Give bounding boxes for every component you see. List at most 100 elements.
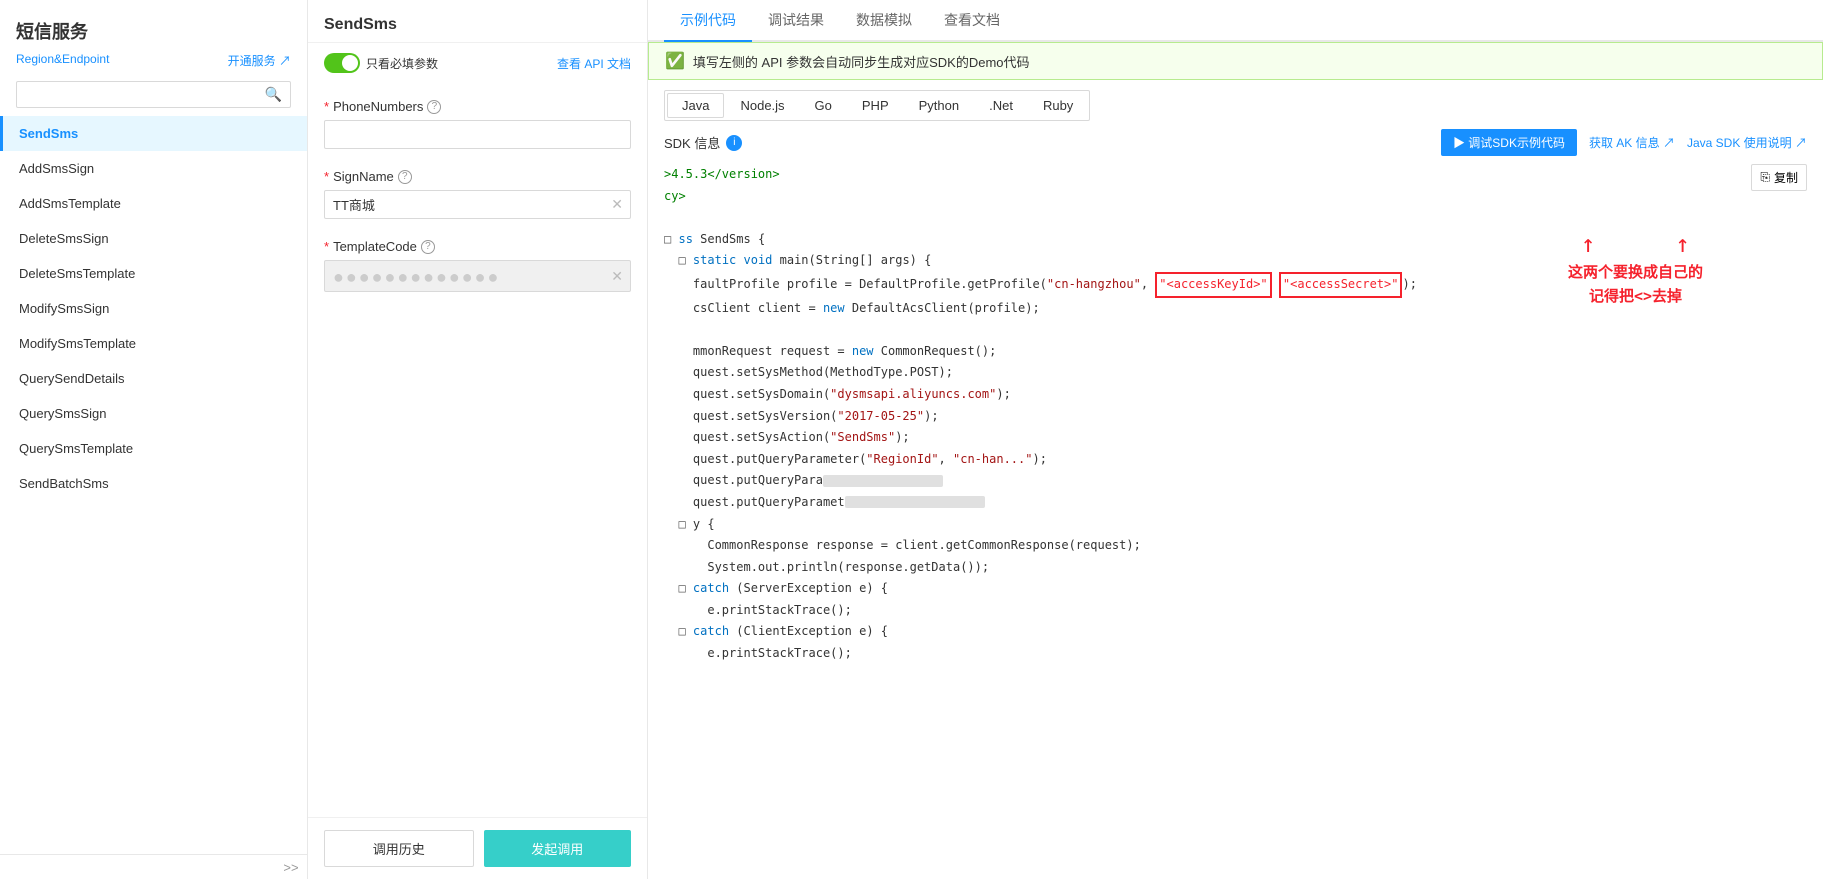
sidebar-item-addsmssign[interactable]: AddSmsSign [0, 151, 307, 186]
sidebar-item-modifysmstemplate[interactable]: ModifySmsTemplate [0, 326, 307, 361]
info-check-icon: ✅ [665, 51, 685, 71]
sidebar: 短信服务 Region&Endpoint 开通服务 ↗ 🔍 SendSms Ad… [0, 0, 308, 879]
sdk-info-left: SDK 信息 i [664, 133, 742, 152]
signname-input[interactable] [324, 190, 631, 219]
sidebar-item-sendbatchsms[interactable]: SendBatchSms [0, 466, 307, 501]
sidebar-item-querysmstemplate[interactable]: QuerySmsTemplate [0, 431, 307, 466]
code-line-19: System.out.println(response.getData()); [664, 557, 1807, 579]
call-history-button[interactable]: 调用历史 [324, 830, 474, 867]
middle-subheader: 只看必填参数 查看 API 文档 [308, 43, 647, 83]
toggle-group: 只看必填参数 [324, 53, 438, 73]
annotation-overlay: ↑ ↑ 这两个要换成自己的 记得把<>去掉 [1568, 232, 1703, 308]
code-line-1: >4.5.3</version> [664, 164, 1807, 186]
code-line-18: CommonResponse response = client.getComm… [664, 535, 1807, 557]
banner-text: 填写左侧的 API 参数会自动同步生成对应SDK的Demo代码 [693, 52, 1030, 71]
required-star-3: * [324, 239, 329, 254]
lang-tab-java[interactable]: Java [667, 93, 724, 118]
field-templatecode-name: TemplateCode [333, 239, 417, 254]
arrow-left-icon: ↑ [1581, 232, 1595, 256]
middle-panel: SendSms 只看必填参数 查看 API 文档 * PhoneNumbers … [308, 0, 648, 879]
sidebar-item-querysenddetails[interactable]: QuerySendDetails [0, 361, 307, 396]
sidebar-item-deletesmstemplate[interactable]: DeleteSmsTemplate [0, 256, 307, 291]
lang-tab-nodejs[interactable]: Node.js [726, 94, 798, 117]
sidebar-item-addsmstemplate[interactable]: AddSmsTemplate [0, 186, 307, 221]
collapse-arrow-icon[interactable]: >> [283, 859, 299, 875]
lang-tab-python[interactable]: Python [905, 94, 973, 117]
phonenumbers-input-wrapper [324, 120, 631, 149]
middle-title: SendSms [324, 16, 397, 34]
arrow-right-icon: ↑ [1675, 232, 1689, 256]
form-body: * PhoneNumbers ? * SignName ? ✕ * [308, 83, 647, 817]
middle-footer: 调用历史 发起调用 [308, 817, 647, 879]
invoke-button[interactable]: 发起调用 [484, 830, 632, 867]
view-api-link[interactable]: 查看 API 文档 [557, 55, 631, 72]
sidebar-item-modifysmssign[interactable]: ModifySmsSign [0, 291, 307, 326]
code-line-2: cy> [664, 186, 1807, 208]
get-ak-link[interactable]: 获取 AK 信息 ↗ [1589, 134, 1675, 151]
templatecode-help-icon[interactable]: ? [421, 240, 435, 254]
field-signname-name: SignName [333, 169, 394, 184]
required-params-toggle[interactable] [324, 53, 360, 73]
lang-tab-ruby[interactable]: Ruby [1029, 94, 1087, 117]
right-tabs-bar: 示例代码 调试结果 数据模拟 查看文档 [648, 0, 1823, 42]
templatecode-clear-icon[interactable]: ✕ [611, 268, 623, 285]
sidebar-item-querysmssign[interactable]: QuerySmsSign [0, 396, 307, 431]
signname-help-icon[interactable]: ? [398, 170, 412, 184]
code-line-21: e.printStackTrace(); [664, 600, 1807, 622]
sdk-info-bar: SDK 信息 i ▶ 调试SDK示例代码 获取 AK 信息 ↗ Java SDK… [648, 121, 1823, 164]
debug-sdk-button[interactable]: ▶ 调试SDK示例代码 [1441, 129, 1577, 156]
lang-tab-go[interactable]: Go [801, 94, 846, 117]
tab-data-mock[interactable]: 数据模拟 [840, 0, 928, 42]
search-input[interactable] [25, 87, 265, 102]
sdk-info-help-icon[interactable]: i [726, 135, 742, 151]
tab-example-code[interactable]: 示例代码 [664, 0, 752, 42]
code-line-22: □ catch (ClientException e) { [664, 621, 1807, 643]
code-area: ⎘ 复制 >4.5.3</version> cy> □ ss SendSms {… [648, 164, 1823, 879]
lang-tab-php[interactable]: PHP [848, 94, 903, 117]
java-sdk-link[interactable]: Java SDK 使用说明 ↗ [1687, 134, 1807, 151]
code-line-11: quest.setSysDomain("dysmsapi.aliyuncs.co… [664, 384, 1807, 406]
code-line-9: mmonRequest request = new CommonRequest(… [664, 341, 1807, 363]
code-line-15: quest.putQueryPara [664, 470, 1807, 492]
sidebar-nav: SendSms AddSmsSign AddSmsTemplate Delete… [0, 116, 307, 854]
templatecode-blurred[interactable]: ●●●●●●●●●●●●● [324, 260, 631, 292]
annotation-line1: 这两个要换成自己的 [1568, 263, 1703, 281]
annotation-text: 这两个要换成自己的 记得把<>去掉 [1568, 260, 1703, 308]
copy-label: 复制 [1774, 169, 1798, 186]
sidebar-title: 短信服务 [0, 0, 307, 52]
code-line-13: quest.setSysAction("SendSms"); [664, 427, 1807, 449]
sidebar-item-sendsms[interactable]: SendSms [0, 116, 307, 151]
lang-tab-dotnet[interactable]: .Net [975, 94, 1027, 117]
middle-header: SendSms [308, 0, 647, 43]
right-content: ✅ 填写左侧的 API 参数会自动同步生成对应SDK的Demo代码 Java N… [648, 42, 1823, 879]
lang-tabs-bar: Java Node.js Go PHP Python .Net Ruby [664, 90, 1090, 121]
field-phonenumbers-name: PhoneNumbers [333, 99, 423, 114]
sidebar-search-box: 🔍 [16, 81, 291, 108]
copy-button[interactable]: ⎘ 复制 [1751, 164, 1807, 191]
signname-clear-icon[interactable]: ✕ [611, 196, 623, 213]
tab-debug-result[interactable]: 调试结果 [752, 0, 840, 42]
field-templatecode-label: * TemplateCode ? [324, 239, 631, 254]
required-star: * [324, 99, 329, 114]
toggle-label: 只看必填参数 [366, 55, 438, 72]
tab-view-docs[interactable]: 查看文档 [928, 0, 1016, 42]
code-line-16: quest.putQueryParamet [664, 492, 1807, 514]
required-star-2: * [324, 169, 329, 184]
copy-icon: ⎘ [1760, 170, 1770, 185]
field-signname-label: * SignName ? [324, 169, 631, 184]
region-endpoint-link[interactable]: Region&Endpoint [16, 52, 109, 69]
search-icon: 🔍 [265, 86, 282, 103]
phonenumbers-input[interactable] [324, 120, 631, 149]
sidebar-item-deletesmssign[interactable]: DeleteSmsSign [0, 221, 307, 256]
open-service-link[interactable]: 开通服务 ↗ [228, 52, 291, 69]
sidebar-links: Region&Endpoint 开通服务 ↗ [0, 52, 307, 77]
field-templatecode: * TemplateCode ? ●●●●●●●●●●●●● ✕ [324, 239, 631, 292]
annotation-line2: 记得把<>去掉 [1589, 287, 1682, 305]
code-line-12: quest.setSysVersion("2017-05-25"); [664, 406, 1807, 428]
phonenumbers-help-icon[interactable]: ? [427, 100, 441, 114]
code-line-14: quest.putQueryParameter("RegionId", "cn-… [664, 449, 1807, 471]
info-banner: ✅ 填写左侧的 API 参数会自动同步生成对应SDK的Demo代码 [648, 42, 1823, 80]
blurred-dots: ●●●●●●●●●●●●● [333, 267, 500, 287]
signname-input-wrapper: ✕ [324, 190, 631, 219]
right-panel: 示例代码 调试结果 数据模拟 查看文档 ✅ 填写左侧的 API 参数会自动同步生… [648, 0, 1823, 879]
